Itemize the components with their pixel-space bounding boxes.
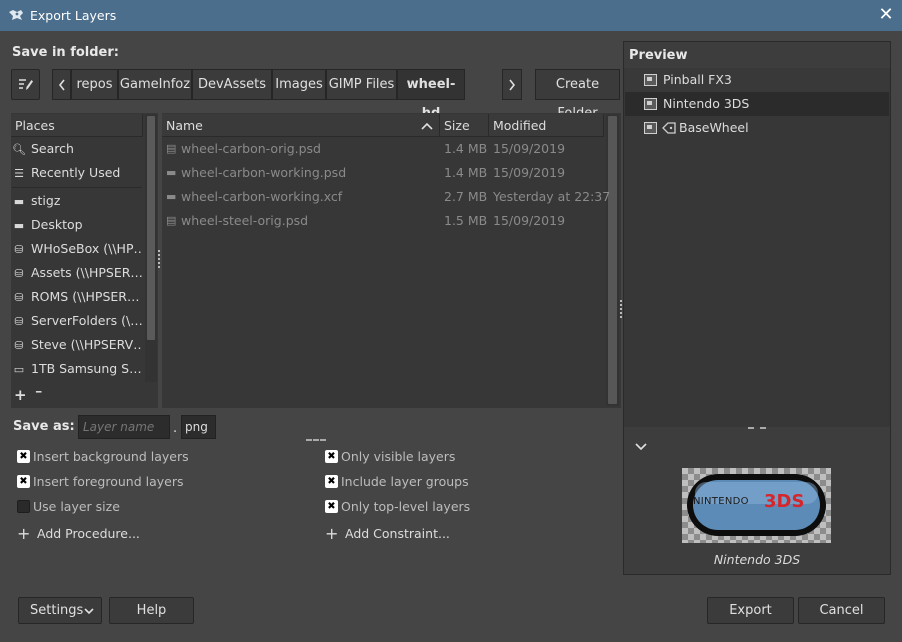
path-segment-images[interactable]: Images: [272, 69, 326, 100]
add-constraint-icon: +: [325, 524, 339, 543]
collapse-preview-icon[interactable]: [635, 443, 647, 451]
path-segment-gameinfoz[interactable]: GameInfoz: [118, 69, 192, 100]
only-top-level-label: Only top-level layers: [341, 499, 471, 514]
path-forward-button[interactable]: [502, 69, 522, 100]
only-top-level-checkbox[interactable]: ✖: [325, 500, 338, 513]
places-scrollbar[interactable]: [145, 114, 157, 382]
remove-place-button[interactable]: ━: [36, 388, 41, 398]
only-visible-label: Only visible layers: [341, 449, 456, 464]
path-segment-repos[interactable]: repos: [71, 69, 118, 100]
places-divider: [12, 187, 142, 188]
add-constraint-button[interactable]: Add Constraint...: [345, 526, 450, 541]
search-icon: 🔍︎: [12, 143, 26, 156]
insert-foreground-label: Insert foreground layers: [33, 474, 184, 489]
place-desktop[interactable]: ▬ Desktop: [12, 213, 142, 237]
tag-icon: [662, 122, 676, 134]
edit-location-button[interactable]: [11, 69, 40, 100]
path-segment-devassets[interactable]: DevAssets: [192, 69, 272, 100]
insert-foreground-checkbox[interactable]: ✖: [17, 475, 30, 488]
place-stigz[interactable]: ▬ stigz: [12, 189, 142, 213]
options-pane-grip[interactable]: [306, 439, 326, 441]
path-segment-gimp-files[interactable]: GIMP Files: [326, 69, 397, 100]
place-serverfolders[interactable]: ⛁ ServerFolders (\…: [12, 309, 142, 333]
image-file-icon: ▤: [166, 142, 177, 155]
network-drive-icon: ⛁: [14, 339, 24, 352]
drive-icon: ▭: [13, 363, 25, 376]
image-file-icon: ▬: [166, 166, 177, 179]
folder-icon: ▬: [13, 195, 25, 208]
chevron-down-icon: [84, 608, 94, 615]
title-bar: Export Layers ✕: [0, 0, 902, 31]
preview-header: Preview: [629, 48, 688, 63]
files-scrollbar[interactable]: [606, 114, 619, 406]
cancel-button[interactable]: Cancel: [798, 597, 885, 624]
place-steve[interactable]: ⛁ Steve (\\HPSERV…: [12, 333, 142, 357]
settings-button[interactable]: Settings: [18, 597, 102, 624]
window-title: Export Layers: [30, 8, 117, 23]
places-header[interactable]: Places: [11, 114, 143, 137]
chevron-left-icon: [58, 79, 65, 91]
files-scroll-thumb[interactable]: [608, 116, 617, 404]
preview-thumbnail: NINTENDO 3DS: [682, 468, 831, 543]
use-layer-size-checkbox[interactable]: [17, 500, 30, 513]
file-row[interactable]: ▤ wheel-steel-orig.psd 1.5 MB 15/09/2019: [163, 209, 603, 233]
help-button[interactable]: Help: [109, 597, 194, 624]
layer-icon: [644, 122, 657, 134]
extension-dot: .: [173, 421, 178, 436]
edit-path-icon: [19, 79, 33, 90]
file-row[interactable]: ▬ wheel-carbon-working.xcf 2.7 MB Yester…: [163, 185, 610, 209]
column-modified-header[interactable]: Modified: [489, 114, 604, 137]
network-drive-icon: ⛁: [14, 291, 24, 304]
column-size-header[interactable]: Size: [440, 114, 489, 137]
place-assets[interactable]: ⛁ Assets (\\HPSER…: [12, 261, 142, 285]
save-in-folder-label: Save in folder:: [12, 45, 119, 60]
place-1tb-samsung[interactable]: ▭ 1TB Samsung S…: [12, 357, 142, 381]
only-visible-checkbox[interactable]: ✖: [325, 450, 338, 463]
network-drive-icon: ⛁: [14, 243, 24, 256]
file-row[interactable]: ▤ wheel-carbon-orig.psd 1.4 MB 15/09/201…: [163, 137, 603, 161]
folder-icon: ▬: [13, 219, 25, 232]
close-window-button[interactable]: ✕: [874, 3, 898, 27]
create-folder-button[interactable]: Create Folder: [535, 69, 620, 121]
place-recently-used[interactable]: ☰ Recently Used: [12, 161, 142, 185]
layer-icon: [644, 74, 657, 86]
layer-icon: [644, 98, 657, 110]
file-extension-input[interactable]: [181, 415, 216, 439]
preview-caption: Nintendo 3DS: [713, 552, 801, 567]
preview-pane-grip-horizontal[interactable]: [748, 427, 766, 429]
gimp-app-icon: [8, 8, 24, 22]
insert-background-label: Insert background layers: [33, 449, 189, 464]
add-procedure-icon: +: [17, 524, 31, 543]
use-layer-size-label: Use layer size: [33, 499, 120, 514]
image-file-icon: ▬: [166, 190, 177, 203]
add-procedure-button[interactable]: Add Procedure...: [37, 526, 140, 541]
path-segment-wheel-hd[interactable]: wheel-hd: [397, 69, 465, 121]
preview-layer-pinball-fx3[interactable]: Pinball FX3: [625, 68, 889, 92]
recent-icon: ☰: [14, 167, 24, 180]
include-groups-label: Include layer groups: [341, 474, 469, 489]
places-scroll-thumb[interactable]: [147, 116, 155, 340]
export-button[interactable]: Export: [707, 597, 794, 624]
pane-grip[interactable]: [158, 250, 161, 268]
include-groups-checkbox[interactable]: ✖: [325, 475, 338, 488]
network-drive-icon: ⛁: [14, 267, 24, 280]
add-place-button[interactable]: +: [14, 386, 27, 404]
image-file-icon: ▤: [166, 214, 177, 227]
place-whosebox[interactable]: ⛁ WHoSeBox (\\HP…: [12, 237, 142, 261]
sort-ascending-icon: [421, 122, 433, 130]
preview-layer-nintendo-3ds[interactable]: Nintendo 3DS: [625, 92, 889, 116]
preview-layer-basewheel[interactable]: BaseWheel: [625, 116, 889, 140]
column-name-header[interactable]: Name: [162, 114, 440, 137]
path-back-button[interactable]: [52, 69, 71, 100]
chevron-right-icon: [509, 79, 516, 91]
file-row[interactable]: ▬ wheel-carbon-working.psd 1.4 MB 15/09/…: [163, 161, 603, 185]
insert-background-checkbox[interactable]: ✖: [17, 450, 30, 463]
place-roms[interactable]: ⛁ ROMS (\\HPSER…: [12, 285, 142, 309]
layer-name-input[interactable]: [78, 415, 170, 439]
place-search[interactable]: 🔍︎ Search: [12, 137, 142, 161]
save-as-label: Save as:: [13, 419, 75, 434]
network-drive-icon: ⛁: [14, 315, 24, 328]
